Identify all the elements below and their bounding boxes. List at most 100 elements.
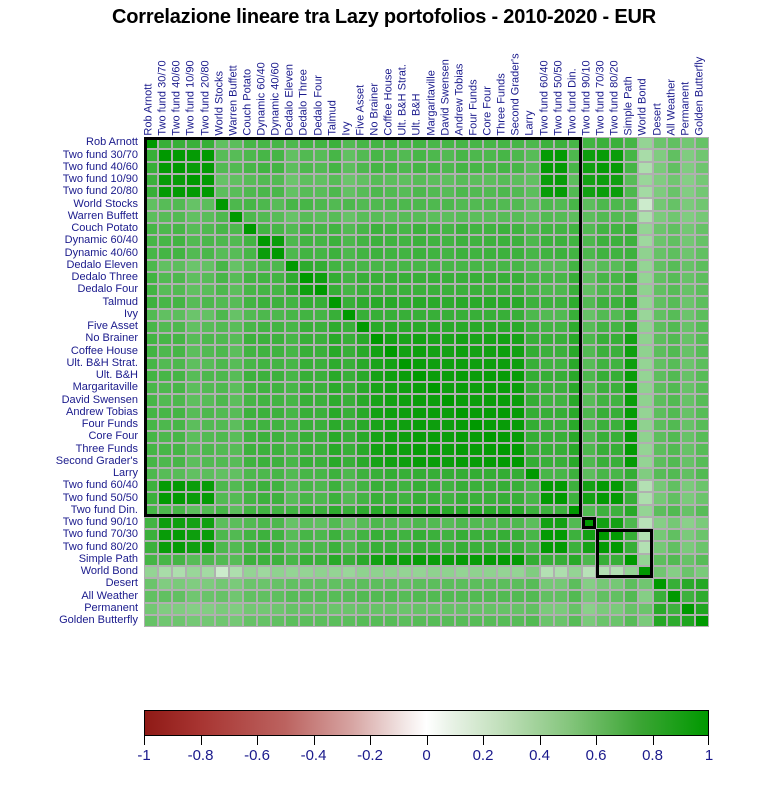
heatmap-cell[interactable] [596, 443, 611, 456]
heatmap-cell[interactable] [596, 149, 611, 162]
heatmap-cell[interactable] [341, 602, 356, 615]
heatmap-cell[interactable] [285, 516, 300, 529]
heatmap-cell[interactable] [398, 137, 413, 150]
heatmap-cell[interactable] [610, 357, 625, 370]
heatmap-cell[interactable] [680, 394, 695, 407]
heatmap-cell[interactable] [610, 296, 625, 309]
heatmap-cell[interactable] [412, 271, 427, 284]
heatmap-cell[interactable] [214, 345, 229, 358]
heatmap-cell[interactable] [186, 271, 201, 284]
heatmap-cell[interactable] [228, 480, 243, 493]
heatmap-cell[interactable] [341, 186, 356, 199]
heatmap-cell[interactable] [200, 247, 215, 260]
heatmap-cell[interactable] [257, 565, 272, 578]
heatmap-cell[interactable] [553, 529, 568, 542]
heatmap-cell[interactable] [483, 161, 498, 174]
heatmap-cell[interactable] [624, 137, 639, 150]
heatmap-cell[interactable] [553, 541, 568, 554]
heatmap-cell[interactable] [638, 418, 653, 431]
heatmap-cell[interactable] [680, 480, 695, 493]
heatmap-cell[interactable] [355, 504, 370, 517]
heatmap-cell[interactable] [214, 369, 229, 382]
heatmap-cell[interactable] [694, 443, 709, 456]
heatmap-cell[interactable] [242, 578, 257, 591]
heatmap-cell[interactable] [624, 235, 639, 248]
heatmap-cell[interactable] [200, 210, 215, 223]
heatmap-cell[interactable] [172, 541, 187, 554]
heatmap-cell[interactable] [638, 602, 653, 615]
heatmap-cell[interactable] [624, 308, 639, 321]
heatmap-cell[interactable] [694, 369, 709, 382]
heatmap-cell[interactable] [327, 443, 342, 456]
heatmap-cell[interactable] [468, 529, 483, 542]
heatmap-cell[interactable] [398, 467, 413, 480]
heatmap-cell[interactable] [553, 467, 568, 480]
heatmap-cell[interactable] [257, 198, 272, 211]
heatmap-cell[interactable] [468, 137, 483, 150]
heatmap-cell[interactable] [680, 149, 695, 162]
heatmap-cell[interactable] [596, 394, 611, 407]
heatmap-cell[interactable] [285, 406, 300, 419]
heatmap-cell[interactable] [567, 480, 582, 493]
heatmap-cell[interactable] [539, 504, 554, 517]
heatmap-cell[interactable] [525, 418, 540, 431]
heatmap-cell[interactable] [426, 271, 441, 284]
heatmap-cell[interactable] [327, 222, 342, 235]
heatmap-cell[interactable] [370, 578, 385, 591]
heatmap-cell[interactable] [666, 382, 681, 395]
heatmap-cell[interactable] [596, 296, 611, 309]
heatmap-cell[interactable] [652, 345, 667, 358]
heatmap-cell[interactable] [285, 198, 300, 211]
heatmap-cell[interactable] [158, 529, 173, 542]
heatmap-cell[interactable] [454, 320, 469, 333]
heatmap-cell[interactable] [581, 590, 596, 603]
heatmap-cell[interactable] [652, 296, 667, 309]
heatmap-cell[interactable] [158, 467, 173, 480]
heatmap-cell[interactable] [426, 308, 441, 321]
heatmap-cell[interactable] [666, 431, 681, 444]
heatmap-cell[interactable] [525, 492, 540, 505]
heatmap-cell[interactable] [186, 320, 201, 333]
heatmap-cell[interactable] [694, 553, 709, 566]
heatmap-cell[interactable] [596, 333, 611, 346]
heatmap-cell[interactable] [468, 394, 483, 407]
heatmap-cell[interactable] [186, 394, 201, 407]
heatmap-cell[interactable] [680, 504, 695, 517]
heatmap-cell[interactable] [511, 382, 526, 395]
heatmap-cell[interactable] [355, 161, 370, 174]
heatmap-cell[interactable] [200, 235, 215, 248]
heatmap-cell[interactable] [426, 296, 441, 309]
heatmap-cell[interactable] [468, 467, 483, 480]
heatmap-cell[interactable] [327, 565, 342, 578]
heatmap-cell[interactable] [468, 406, 483, 419]
heatmap-cell[interactable] [497, 161, 512, 174]
heatmap-cell[interactable] [680, 455, 695, 468]
heatmap-cell[interactable] [454, 504, 469, 517]
heatmap-cell[interactable] [581, 186, 596, 199]
heatmap-cell[interactable] [144, 541, 159, 554]
heatmap-cell[interactable] [355, 529, 370, 542]
heatmap-cell[interactable] [511, 247, 526, 260]
heatmap-cell[interactable] [327, 235, 342, 248]
heatmap-cell[interactable] [666, 590, 681, 603]
heatmap-cell[interactable] [313, 186, 328, 199]
heatmap-cell[interactable] [341, 222, 356, 235]
heatmap-cell[interactable] [610, 394, 625, 407]
heatmap-cell[interactable] [497, 455, 512, 468]
heatmap-cell[interactable] [158, 320, 173, 333]
heatmap-cell[interactable] [228, 455, 243, 468]
heatmap-cell[interactable] [666, 443, 681, 456]
heatmap-cell[interactable] [370, 529, 385, 542]
heatmap-cell[interactable] [454, 357, 469, 370]
heatmap-cell[interactable] [144, 173, 159, 186]
heatmap-cell[interactable] [638, 271, 653, 284]
heatmap-cell[interactable] [299, 602, 314, 615]
heatmap-cell[interactable] [468, 308, 483, 321]
heatmap-cell[interactable] [158, 504, 173, 517]
heatmap-cell[interactable] [228, 308, 243, 321]
heatmap-cell[interactable] [511, 198, 526, 211]
heatmap-cell[interactable] [355, 553, 370, 566]
heatmap-cell[interactable] [384, 357, 399, 370]
heatmap-cell[interactable] [553, 210, 568, 223]
heatmap-cell[interactable] [624, 222, 639, 235]
